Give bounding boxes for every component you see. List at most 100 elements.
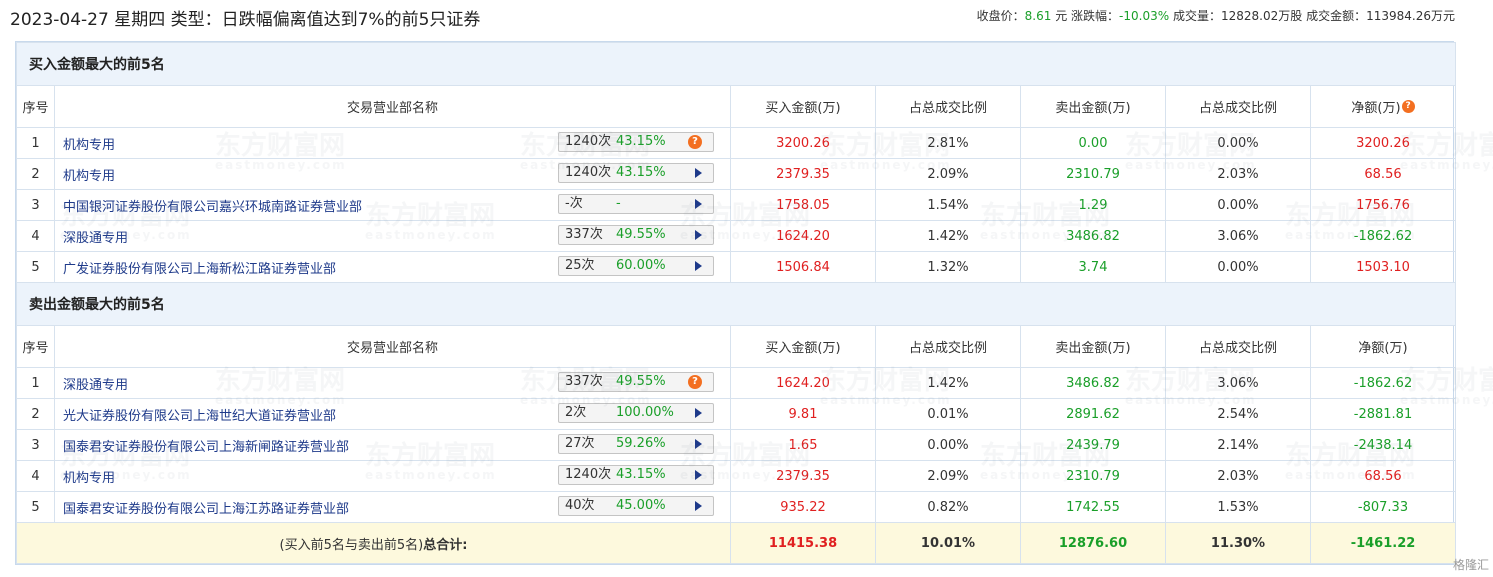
- table-row: 1 机构专用 1240次 43.15% ? 3200.26 2.81% 0.00…: [16, 127, 1456, 159]
- total-label-bold: 总合计:: [423, 537, 468, 553]
- triangle-right-icon[interactable]: [695, 168, 702, 178]
- branch-name-cell: 中国银河证券股份有限公司嘉兴环城南路证券营业部 -次 -: [54, 189, 731, 221]
- net-amount: 68.56: [1310, 460, 1456, 492]
- branch-name[interactable]: 机构专用: [63, 134, 115, 153]
- table-row: 2 机构专用 1240次 43.15% 2379.35 2.09% 2310.7…: [16, 158, 1456, 190]
- branch-name[interactable]: 深股通专用: [63, 227, 128, 246]
- net-amount: -807.33: [1310, 491, 1456, 523]
- success-rate: 100.00%: [616, 405, 674, 420]
- branch-name[interactable]: 机构专用: [63, 165, 115, 184]
- buy-ratio: 1.42%: [875, 220, 1021, 252]
- stock-stats: 收盘价：8.61 元 涨跌幅：-10.03% 成交量：12828.02万股 成交…: [977, 7, 1455, 24]
- column-header-row: 序号 交易营业部名称 买入金额(万) 占总成交比例 卖出金额(万) 占总成交比例…: [16, 325, 1456, 368]
- triangle-right-icon[interactable]: [695, 470, 702, 480]
- success-rate: 43.15%: [616, 134, 666, 149]
- buy-ratio: 2.09%: [875, 158, 1021, 190]
- stats-badge[interactable]: 1240次 43.15% ?: [558, 132, 714, 152]
- branch-name[interactable]: 国泰君安证券股份有限公司上海新闸路证券营业部: [63, 436, 349, 455]
- question-mark-icon[interactable]: ?: [688, 375, 702, 389]
- triangle-right-icon[interactable]: [695, 501, 702, 511]
- branch-name-cell: 机构专用 1240次 43.15% ?: [54, 127, 731, 159]
- net-amount: 68.56: [1310, 158, 1456, 190]
- triangle-right-icon[interactable]: [695, 199, 702, 209]
- col-index: 序号: [16, 325, 55, 368]
- row-index: 2: [16, 158, 55, 190]
- turnover-value: 113984.26万元: [1366, 9, 1455, 23]
- branch-name-cell: 国泰君安证券股份有限公司上海江苏路证券营业部 40次 45.00%: [54, 491, 731, 523]
- stats-badge[interactable]: 337次 49.55% ?: [558, 372, 714, 392]
- sell-ratio: 3.06%: [1165, 220, 1311, 252]
- net-amount: 3200.26: [1310, 127, 1456, 159]
- sell-amount: 3486.82: [1020, 220, 1166, 252]
- sell-ratio: 3.06%: [1165, 367, 1311, 399]
- stats-badge[interactable]: 25次 60.00%: [558, 256, 714, 276]
- branch-name[interactable]: 机构专用: [63, 467, 115, 486]
- buy-amount: 3200.26: [730, 127, 876, 159]
- question-mark-icon[interactable]: ?: [688, 135, 702, 149]
- stats-badge[interactable]: 2次 100.00%: [558, 403, 714, 423]
- triangle-right-icon[interactable]: [695, 439, 702, 449]
- table-row: 4 机构专用 1240次 43.15% 2379.35 2.09% 2310.7…: [16, 460, 1456, 492]
- listing-count: 40次: [565, 498, 595, 513]
- buy-ratio: 2.81%: [875, 127, 1021, 159]
- net-amount: -1862.62: [1310, 220, 1456, 252]
- stats-badge[interactable]: 1240次 43.15%: [558, 163, 714, 183]
- table-body: 买入金额最大的前5名 序号 交易营业部名称 买入金额(万) 占总成交比例 卖出金…: [16, 42, 1456, 564]
- listing-count: 27次: [565, 436, 595, 451]
- stats-badge[interactable]: 337次 49.55%: [558, 225, 714, 245]
- branch-name-cell: 深股通专用 337次 49.55%: [54, 220, 731, 252]
- sell-amount: 0.00: [1020, 127, 1166, 159]
- col-sell: 卖出金额(万): [1020, 85, 1166, 128]
- close-unit: 元: [1055, 9, 1068, 23]
- col-buy-ratio: 占总成交比例: [875, 325, 1021, 368]
- col-net-label: 净额(万): [1351, 101, 1401, 116]
- section-title: 卖出金额最大的前5名: [16, 282, 1456, 326]
- sell-amount: 2891.62: [1020, 398, 1166, 430]
- branch-name[interactable]: 广发证券股份有限公司上海新松江路证券营业部: [63, 258, 336, 277]
- branch-name[interactable]: 光大证券股份有限公司上海世纪大道证券营业部: [63, 405, 336, 424]
- stats-badge[interactable]: 40次 45.00%: [558, 496, 714, 516]
- buy-amount: 1624.20: [730, 367, 876, 399]
- turnover-label: 成交金额：: [1306, 9, 1367, 23]
- ranking-table: 买入金额最大的前5名 序号 交易营业部名称 买入金额(万) 占总成交比例 卖出金…: [16, 42, 1456, 564]
- success-rate: -: [616, 196, 621, 211]
- sell-ratio: 1.53%: [1165, 491, 1311, 523]
- triangle-right-icon[interactable]: [695, 408, 702, 418]
- listing-count: 1240次: [565, 467, 612, 482]
- stats-badge[interactable]: 27次 59.26%: [558, 434, 714, 454]
- listing-count: 2次: [565, 405, 587, 420]
- triangle-right-icon[interactable]: [695, 230, 702, 240]
- branch-name[interactable]: 国泰君安证券股份有限公司上海江苏路证券营业部: [63, 498, 349, 517]
- success-rate: 49.55%: [616, 227, 666, 242]
- net-amount: 1503.10: [1310, 251, 1456, 283]
- total-net: -1461.22: [1310, 522, 1456, 564]
- buy-ratio: 1.32%: [875, 251, 1021, 283]
- branch-name[interactable]: 深股通专用: [63, 374, 128, 393]
- sell-amount: 1.29: [1020, 189, 1166, 221]
- stats-badge[interactable]: -次 -: [558, 194, 714, 214]
- table-row: 1 深股通专用 337次 49.55% ? 1624.20 1.42% 3486…: [16, 367, 1456, 399]
- buy-amount: 1624.20: [730, 220, 876, 252]
- listing-count: 337次: [565, 374, 603, 389]
- buy-ratio: 0.01%: [875, 398, 1021, 430]
- triangle-right-icon[interactable]: [695, 261, 702, 271]
- row-index: 3: [16, 429, 55, 461]
- listing-count: -次: [565, 196, 583, 211]
- row-index: 4: [16, 460, 55, 492]
- buy-ratio: 0.82%: [875, 491, 1021, 523]
- buy-amount: 935.22: [730, 491, 876, 523]
- col-buy: 买入金额(万): [730, 325, 876, 368]
- col-sell: 卖出金额(万): [1020, 325, 1166, 368]
- row-index: 2: [16, 398, 55, 430]
- col-net: 净额(万)?: [1310, 85, 1456, 128]
- sell-ratio: 0.00%: [1165, 189, 1311, 221]
- col-index: 序号: [16, 85, 55, 128]
- stats-badge[interactable]: 1240次 43.15%: [558, 465, 714, 485]
- total-sell-ratio: 11.30%: [1165, 522, 1311, 564]
- branch-name[interactable]: 中国银河证券股份有限公司嘉兴环城南路证券营业部: [63, 196, 362, 215]
- total-label: (买入前5名与卖出前5名)总合计:: [16, 522, 731, 564]
- branch-name-cell: 广发证券股份有限公司上海新松江路证券营业部 25次 60.00%: [54, 251, 731, 283]
- success-rate: 60.00%: [616, 258, 666, 273]
- volume-value: 12828.02万股: [1220, 9, 1303, 23]
- question-mark-icon[interactable]: ?: [1401, 100, 1415, 113]
